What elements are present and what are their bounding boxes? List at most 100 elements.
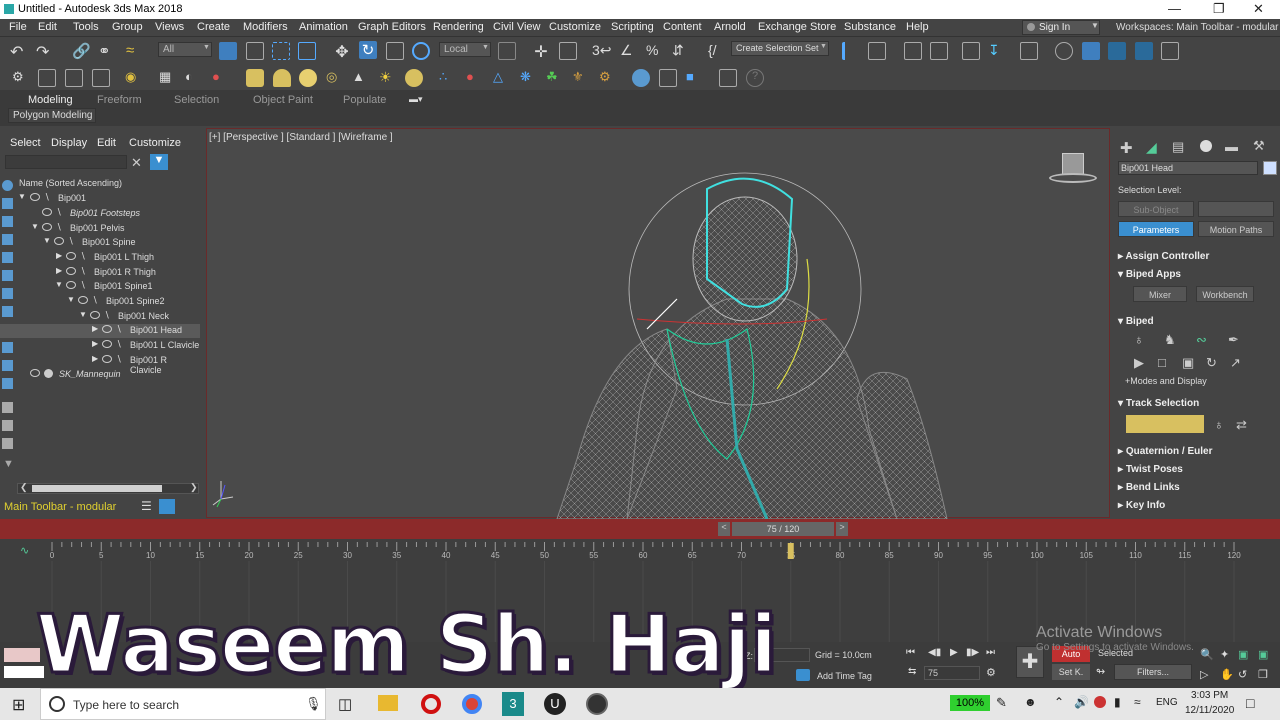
select-manipulate-icon[interactable]: ✛ xyxy=(532,42,550,61)
clear-search-icon[interactable]: ✕ xyxy=(131,155,142,171)
menu-animation[interactable]: Animation xyxy=(299,21,348,33)
current-frame-field[interactable]: 75 xyxy=(924,666,980,680)
menu-tools[interactable]: Tools xyxy=(73,21,99,33)
sphere-icon[interactable] xyxy=(299,69,317,87)
explorer-footer-label[interactable]: Main Toolbar - modular xyxy=(4,501,116,513)
mixer-button[interactable]: Mixer xyxy=(1133,286,1187,302)
eye-icon[interactable] xyxy=(102,325,112,333)
menu-exchange-store[interactable]: Exchange Store xyxy=(758,21,836,33)
save-file-icon[interactable]: ▣ xyxy=(1182,355,1194,371)
unreal-engine-icon[interactable]: U xyxy=(544,693,566,715)
mannequin-wireframe[interactable] xyxy=(207,129,1111,519)
workspaces-label[interactable]: Workspaces: Main Toolbar - modular xyxy=(1116,22,1278,33)
antivirus-icon[interactable] xyxy=(1094,696,1106,708)
align-icon[interactable] xyxy=(868,42,886,60)
tab-freeform[interactable]: Freeform xyxy=(97,94,142,106)
system-icon[interactable]: ❋ xyxy=(520,69,538,87)
battery-icon[interactable]: ▮ xyxy=(1114,695,1121,709)
ribbon-options-icon[interactable]: ▬▾ xyxy=(409,94,423,105)
toggle-ribbon-icon[interactable]: ↧ xyxy=(988,42,1006,60)
window-crossing-icon[interactable] xyxy=(298,42,316,60)
previous-key-icon[interactable]: ◀▮ xyxy=(928,647,941,658)
eye-icon[interactable] xyxy=(102,355,112,363)
create-panel-icon[interactable]: ✚ xyxy=(1120,139,1133,157)
motion-paths-button[interactable]: Motion Paths xyxy=(1198,221,1274,237)
tree-row[interactable]: ▼ ∖ Bip001 Spine xyxy=(0,236,200,250)
foliage-icon[interactable]: ☘ xyxy=(546,69,564,87)
schematic-view-icon[interactable] xyxy=(1020,42,1038,60)
bind-spacewarp-icon[interactable]: ≈ xyxy=(126,42,144,60)
eye-icon[interactable] xyxy=(54,237,64,245)
current-frame-marker[interactable] xyxy=(787,543,794,559)
close-icon[interactable]: ✕ xyxy=(1253,1,1264,17)
set-key-button[interactable]: Set K. xyxy=(1052,664,1090,680)
task-view-icon[interactable]: ◫ xyxy=(338,695,352,713)
twist-poses-rollout[interactable]: ▸ Twist Poses xyxy=(1118,464,1268,480)
tree-row[interactable]: ▼ ∖ Bip001 Pelvis xyxy=(0,222,200,236)
hair-icon[interactable]: ⚜ xyxy=(572,69,590,87)
menu-content[interactable]: Content xyxy=(663,21,702,33)
render-production-icon[interactable] xyxy=(1135,42,1153,60)
transform-icon[interactable]: ▦ xyxy=(159,69,177,87)
render-cloud-icon[interactable] xyxy=(1161,42,1179,60)
funnel-icon[interactable]: ▼ xyxy=(3,458,14,470)
network-icon[interactable]: ≈ xyxy=(1134,695,1141,709)
expand-arrow-icon[interactable]: ▶ xyxy=(92,324,98,333)
3ds-max-icon[interactable]: 3 xyxy=(502,692,524,716)
cone-icon[interactable]: ▲ xyxy=(352,69,370,87)
polygon-modeling-panel[interactable]: Polygon Modeling xyxy=(8,108,96,123)
quaternion-euler-rollout[interactable]: ▸ Quaternion / Euler xyxy=(1118,446,1268,462)
play-icon[interactable]: ▶ xyxy=(950,647,958,658)
zoom-icon[interactable]: 🔍 xyxy=(1200,648,1214,661)
maximize-icon[interactable]: ❐ xyxy=(1213,1,1225,17)
zoom-extents-icon[interactable]: ▣ xyxy=(1238,648,1248,661)
expand-arrow-icon[interactable]: ▼ xyxy=(67,295,75,304)
tree-row[interactable]: ▶ ∖ Bip001 L Thigh xyxy=(0,251,200,265)
menu-file[interactable]: File xyxy=(9,21,27,33)
list-icon[interactable] xyxy=(65,69,83,87)
scale-icon[interactable] xyxy=(386,42,404,60)
menu-substance[interactable]: Substance xyxy=(844,21,896,33)
tab-selection[interactable]: Selection xyxy=(174,94,219,106)
go-to-start-icon[interactable]: ⏮ xyxy=(906,647,915,658)
notifications-icon[interactable]: □ xyxy=(1246,695,1254,711)
expand-arrow-icon[interactable]: ▶ xyxy=(56,251,62,260)
utilities-panel-icon[interactable]: ⚒ xyxy=(1253,138,1265,154)
volume-icon[interactable]: 🔊 xyxy=(1074,695,1089,709)
expand-arrow-icon[interactable]: ▼ xyxy=(43,236,51,245)
link-constraint-icon[interactable]: ◉ xyxy=(125,69,143,87)
menu-customize[interactable]: Customize xyxy=(549,21,601,33)
clock-date[interactable]: 12/11/2020 xyxy=(1185,705,1234,716)
expand-arrow-icon[interactable]: ▼ xyxy=(55,280,63,289)
light-icon[interactable]: ☀ xyxy=(379,69,397,87)
pan-icon[interactable]: ✋ xyxy=(1220,668,1234,681)
rendering-icon[interactable]: ● xyxy=(212,69,230,87)
material-sphere-icon[interactable] xyxy=(632,69,650,87)
show-hidden-icons-icon[interactable]: ⌃ xyxy=(1054,695,1064,709)
rotate-list-icon[interactable]: ◐ xyxy=(185,69,203,87)
scene-explorer-icon[interactable] xyxy=(930,42,948,60)
tab-object-paint[interactable]: Object Paint xyxy=(253,94,313,106)
cloth-icon[interactable]: ⚙ xyxy=(599,69,617,87)
menu-rendering[interactable]: Rendering xyxy=(433,21,484,33)
field-of-view-icon[interactable]: ▷ xyxy=(1200,668,1208,681)
menu-edit[interactable]: Edit xyxy=(38,21,57,33)
display-panel-icon[interactable]: ▬ xyxy=(1225,139,1238,154)
spinner-snap-icon[interactable]: ⇵ xyxy=(672,42,690,60)
key-info-rollout[interactable]: ▸ Key Info xyxy=(1118,500,1268,516)
figure-mode-icon[interactable]: ♁ xyxy=(1134,332,1144,347)
filter-icon[interactable]: ▼ xyxy=(150,154,168,170)
unlink-icon[interactable]: ⚭ xyxy=(98,42,116,60)
perspective-viewport[interactable]: [+] [Perspective ] [Standard ] [Wirefram… xyxy=(206,128,1111,519)
rectangular-selection-icon[interactable] xyxy=(272,42,290,60)
next-frame-icon[interactable]: > xyxy=(836,522,848,536)
file-explorer-icon[interactable] xyxy=(378,695,398,711)
workbench-button[interactable]: Workbench xyxy=(1196,286,1254,302)
assign-controller-rollout[interactable]: ▸ Assign Controller xyxy=(1118,251,1268,267)
expand-arrow-icon[interactable]: ▼ xyxy=(31,222,39,231)
footstep-mode-icon[interactable]: ♞ xyxy=(1164,332,1176,348)
capture-icon[interactable] xyxy=(719,69,737,87)
snaps-toggle-icon[interactable]: 3↩ xyxy=(592,42,612,60)
biped-rollout[interactable]: ▾ Biped xyxy=(1118,316,1268,332)
opera-icon[interactable] xyxy=(421,694,441,714)
